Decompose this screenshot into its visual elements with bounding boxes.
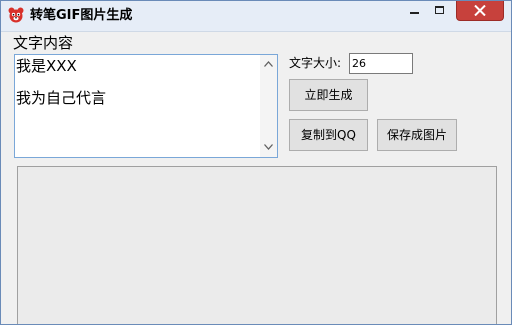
close-icon (474, 5, 486, 16)
bear-face-icon (8, 7, 24, 23)
close-button[interactable] (456, 1, 504, 21)
textarea-line: 我为自己代言 (16, 89, 107, 107)
vertical-scrollbar[interactable] (260, 55, 277, 157)
title-bar[interactable]: 转笔GIF图片生成 (1, 1, 511, 32)
textarea-line: 我是XXX (16, 57, 77, 75)
content-textarea[interactable]: 我是XXX 我为自己代言 (14, 54, 278, 158)
window-title: 转笔GIF图片生成 (30, 8, 133, 23)
save-image-button[interactable]: 保存成图片 (377, 119, 457, 151)
font-size-input[interactable]: 26 (349, 53, 413, 74)
generate-button[interactable]: 立即生成 (289, 79, 368, 111)
textarea-blank-line (16, 75, 106, 89)
minimize-button[interactable] (402, 1, 427, 21)
maximize-button[interactable] (427, 1, 453, 21)
copy-to-qq-button[interactable]: 复制到QQ (289, 119, 368, 151)
app-window: 转笔GIF图片生成 文字内容 我是XXX 我为自己代言 文字大小: 26 立即生… (0, 0, 512, 325)
scroll-down-icon[interactable] (264, 144, 273, 150)
content-label: 文字内容 (13, 34, 74, 52)
maximize-icon (435, 6, 444, 14)
minimize-icon (410, 12, 419, 14)
font-size-label: 文字大小: (289, 56, 342, 70)
gif-preview-panel (17, 166, 497, 324)
scroll-up-icon[interactable] (264, 61, 273, 67)
textarea-content[interactable]: 我是XXX 我为自己代言 (16, 57, 106, 107)
